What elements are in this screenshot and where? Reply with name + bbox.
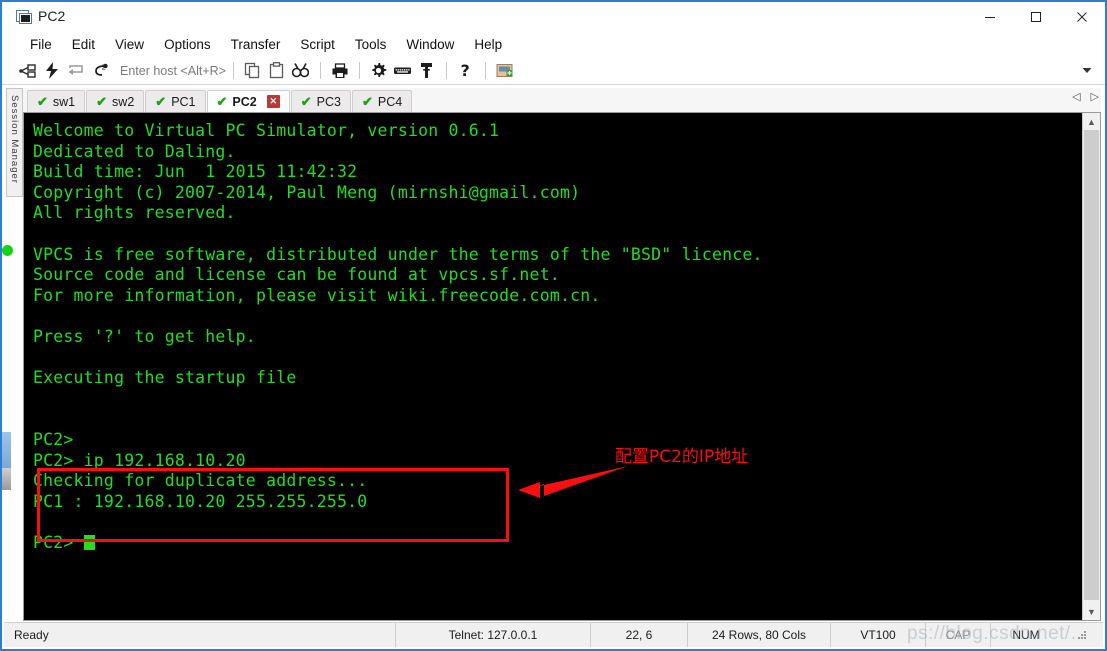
connected-check-icon: ✔	[155, 94, 167, 109]
title-bar: PC2	[2, 2, 1105, 32]
session-tab-pc3[interactable]: ✔ PC3	[290, 90, 351, 112]
connected-check-icon: ✔	[300, 94, 312, 109]
session-tab-pc2[interactable]: ✔ PC2 ✕	[206, 90, 290, 112]
connected-check-icon: ✔	[361, 94, 373, 109]
scroll-up-icon[interactable]: ▲	[1083, 113, 1100, 130]
menu-tools[interactable]: Tools	[345, 34, 397, 55]
session-tab-label: PC1	[171, 94, 196, 109]
crt-terminal-window: PC2 File Edit View Options Transfer Scri…	[0, 0, 1107, 651]
resize-grip-icon[interactable]	[1061, 623, 1103, 647]
session-manager-rail: Session Manager	[4, 88, 23, 625]
session-options-icon[interactable]	[493, 60, 517, 82]
connect-icon[interactable]	[16, 60, 40, 82]
menu-transfer[interactable]: Transfer	[221, 34, 291, 55]
minimize-button[interactable]	[967, 2, 1013, 32]
svg-text:2: 2	[101, 63, 105, 71]
key-icon[interactable]	[415, 60, 439, 82]
session-tab-pc4[interactable]: ✔ PC4	[351, 90, 413, 112]
status-caps-lock: CAP	[925, 623, 990, 647]
background-window-artifact-grey	[2, 468, 11, 490]
tab-next-icon[interactable]: ▷	[1091, 90, 1099, 103]
menu-window[interactable]: Window	[396, 34, 464, 55]
help-question-icon[interactable]: ?	[454, 60, 478, 82]
connected-check-icon: ✔	[216, 94, 228, 109]
menu-script[interactable]: Script	[290, 34, 345, 55]
terminal-cursor	[83, 534, 95, 550]
status-terminal-size: 24 Rows, 80 Cols	[687, 623, 830, 647]
toolbar: 2 Enter host <Alt+R> ?	[2, 57, 1105, 85]
menu-view[interactable]: View	[105, 34, 154, 55]
toolbar-separator-1	[232, 62, 234, 79]
close-icon[interactable]: ✕	[266, 95, 280, 108]
paste-icon[interactable]	[265, 60, 289, 82]
session-manager-label: Session Manager	[9, 95, 20, 184]
quick-connect-icon[interactable]	[40, 60, 64, 82]
menu-help[interactable]: Help	[464, 34, 512, 55]
tab-navigation: ◁ ▷	[1072, 90, 1099, 103]
keyboard-icon[interactable]	[391, 60, 415, 82]
background-window-artifact-blue	[2, 432, 11, 468]
background-window-artifact-dot	[2, 245, 13, 256]
session-tab-sw2[interactable]: ✔ sw2	[86, 90, 145, 112]
connected-check-icon: ✔	[37, 94, 48, 109]
session-tab-strip: ✔ sw1 ✔ sw2 ✔ PC1 ✔ PC2 ✕ ✔ PC3 ✔ PC4 ◁ …	[23, 88, 1101, 112]
session-tabs: ✔ sw1 ✔ sw2 ✔ PC1 ✔ PC2 ✕ ✔ PC3 ✔ PC4	[27, 88, 413, 112]
toolbar-separator-5	[484, 62, 486, 79]
tab-prev-icon[interactable]: ◁	[1072, 90, 1080, 103]
session-tab-pc1[interactable]: ✔ PC1	[145, 90, 206, 112]
scroll-down-icon[interactable]: ▼	[1083, 603, 1100, 620]
session-tab-label: sw1	[52, 94, 76, 109]
session-manager-tab[interactable]: Session Manager	[6, 88, 23, 197]
window-controls	[967, 2, 1105, 32]
session-tab-label: sw2	[112, 94, 135, 109]
terminal-scrollbar[interactable]: ▲ ▼	[1082, 113, 1100, 620]
toolbar-overflow-button[interactable]	[1075, 57, 1099, 84]
status-emulation: VT100	[830, 623, 925, 647]
session-tab-label: PC4	[377, 94, 403, 109]
host-input[interactable]: Enter host <Alt+R>	[120, 64, 226, 78]
connected-check-icon: ✔	[96, 94, 108, 109]
status-ready: Ready	[14, 628, 49, 642]
reconnect-icon[interactable]	[64, 60, 88, 82]
find-icon[interactable]	[289, 60, 313, 82]
status-num-lock: NUM	[990, 623, 1061, 647]
session-tab-sw1[interactable]: ✔ sw1	[27, 90, 86, 112]
toolbar-separator-3	[358, 62, 360, 79]
annotation-text: 配置PC2的IP地址	[615, 447, 749, 467]
menu-edit[interactable]: Edit	[62, 34, 105, 55]
disconnect-icon[interactable]: 2	[88, 60, 112, 82]
terminal-screen[interactable]: Welcome to Virtual PC Simulator, version…	[24, 113, 1083, 620]
scrollbar-thumb[interactable]	[1084, 130, 1099, 600]
close-button[interactable]	[1059, 2, 1105, 32]
session-tab-label: PC3	[316, 94, 341, 109]
session-tab-label: PC2	[232, 94, 257, 109]
status-cursor-position: 22, 6	[590, 623, 687, 647]
terminal-window-icon	[16, 9, 32, 25]
copy-icon[interactable]	[241, 60, 265, 82]
status-bar: Ready Telnet: 127.0.0.1 22, 6 24 Rows, 8…	[4, 622, 1103, 647]
annotation-arrow-icon	[518, 466, 628, 498]
settings-gear-icon[interactable]	[367, 60, 391, 82]
menu-options[interactable]: Options	[154, 34, 221, 55]
toolbar-separator-4	[445, 62, 447, 79]
maximize-button[interactable]	[1013, 2, 1059, 32]
toolbar-separator-2	[319, 62, 321, 79]
menu-bar: File Edit View Options Transfer Script T…	[2, 32, 1105, 57]
svg-text:?: ?	[461, 62, 470, 79]
terminal-panel: Welcome to Virtual PC Simulator, version…	[23, 112, 1101, 621]
status-connection: Telnet: 127.0.0.1	[395, 623, 590, 647]
print-icon[interactable]	[328, 60, 352, 82]
window-title: PC2	[38, 8, 66, 24]
menu-file[interactable]: File	[20, 34, 62, 55]
